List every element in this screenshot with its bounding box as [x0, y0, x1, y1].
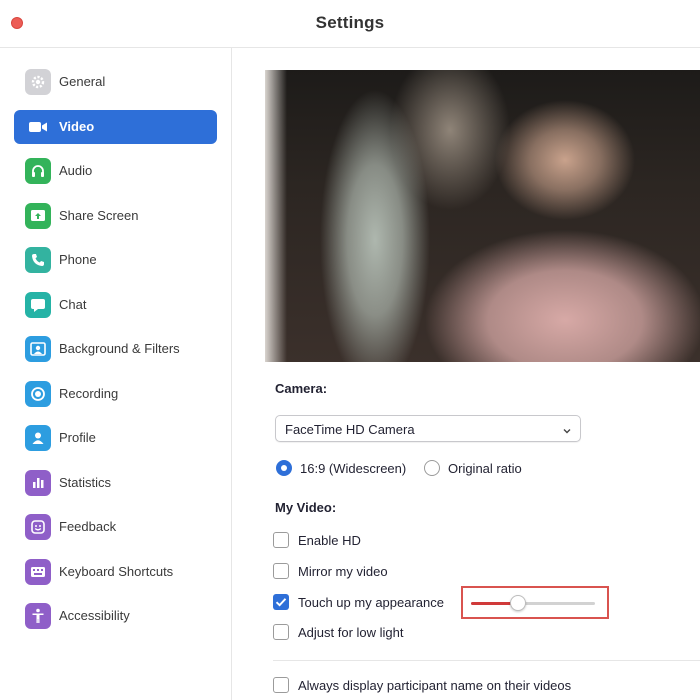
enable-hd-label: Enable HD: [298, 533, 361, 548]
camera-preview: [265, 70, 700, 362]
sidebar-item-video[interactable]: Video: [14, 110, 217, 144]
bar-chart-icon: [25, 470, 51, 496]
always-display-name-label: Always display participant name on their…: [298, 678, 572, 693]
ratio-widescreen-label: 16:9 (Widescreen): [300, 461, 407, 476]
mirror-video-checkbox[interactable]: [273, 563, 289, 579]
video-camera-icon: [25, 114, 51, 140]
sidebar-item-label: Video: [59, 119, 95, 134]
sidebar-item-keyboard-shortcuts[interactable]: Keyboard Shortcuts: [14, 555, 217, 589]
slider-thumb[interactable]: [510, 595, 526, 611]
low-light-checkbox[interactable]: [273, 624, 289, 640]
sidebar-item-label: Keyboard Shortcuts: [59, 564, 174, 579]
sidebar-item-share-screen[interactable]: Share Screen: [14, 199, 217, 233]
sidebar-item-recording[interactable]: Recording: [14, 377, 217, 411]
accessibility-icon: [25, 603, 51, 629]
always-display-name-checkbox[interactable]: [273, 677, 289, 693]
camera-section-label: Camera:: [275, 381, 328, 396]
sidebar-item-label: Share Screen: [59, 208, 139, 223]
person-icon: [25, 425, 51, 451]
sidebar-item-statistics[interactable]: Statistics: [14, 466, 217, 500]
chevron-down-icon: [562, 423, 572, 441]
sidebar-item-label: Audio: [59, 163, 93, 178]
sidebar-item-profile[interactable]: Profile: [14, 421, 217, 455]
sidebar-item-label: Background & Filters: [59, 341, 180, 356]
enable-hd-checkbox[interactable]: [273, 532, 289, 548]
camera-select-value: FaceTime HD Camera: [285, 422, 415, 437]
low-light-label: Adjust for low light: [298, 625, 404, 640]
camera-select[interactable]: FaceTime HD Camera: [275, 415, 581, 442]
chat-bubble-icon: [25, 292, 51, 318]
phone-icon: [25, 247, 51, 273]
touch-up-highlight: [461, 586, 609, 619]
sidebar-item-label: Accessibility: [59, 608, 130, 623]
sidebar-item-label: Feedback: [59, 519, 117, 534]
ratio-original-label: Original ratio: [448, 461, 522, 476]
title-bar: Settings: [0, 0, 700, 48]
portrait-icon: [25, 336, 51, 362]
sidebar-item-general[interactable]: General: [14, 65, 217, 99]
sidebar-item-phone[interactable]: Phone: [14, 243, 217, 277]
ratio-widescreen-radio[interactable]: [276, 460, 292, 476]
touch-up-slider[interactable]: [471, 602, 595, 605]
checkmark-icon: [275, 598, 287, 607]
section-divider: [273, 660, 700, 661]
ratio-original-radio[interactable]: [424, 460, 440, 476]
sidebar-item-label: Chat: [59, 297, 87, 312]
touch-up-label: Touch up my appearance: [298, 595, 444, 610]
sidebar-item-label: General: [59, 74, 106, 89]
window-title: Settings: [315, 13, 385, 32]
sidebar-item-chat[interactable]: Chat: [14, 288, 217, 322]
smiley-icon: [25, 514, 51, 540]
share-screen-icon: [25, 203, 51, 229]
touch-up-checkbox[interactable]: [273, 594, 289, 610]
sidebar-item-background-filters[interactable]: Background & Filters: [14, 332, 217, 366]
headphones-icon: [25, 158, 51, 184]
record-icon: [25, 381, 51, 407]
mirror-video-label: Mirror my video: [298, 564, 388, 579]
my-video-section-label: My Video:: [275, 500, 337, 515]
settings-sidebar: General Video Audio Share Screen Phone C…: [0, 48, 232, 700]
sidebar-item-label: Profile: [59, 430, 96, 445]
sidebar-item-label: Recording: [59, 386, 119, 401]
sidebar-item-feedback[interactable]: Feedback: [14, 510, 217, 544]
sidebar-item-accessibility[interactable]: Accessibility: [14, 599, 217, 633]
sidebar-item-audio[interactable]: Audio: [14, 154, 217, 188]
gear-icon: [25, 69, 51, 95]
sidebar-item-label: Phone: [59, 252, 97, 267]
keyboard-icon: [25, 559, 51, 585]
video-settings-panel: Camera: FaceTime HD Camera 16:9 (Widescr…: [233, 48, 700, 700]
sidebar-item-label: Statistics: [59, 475, 112, 490]
